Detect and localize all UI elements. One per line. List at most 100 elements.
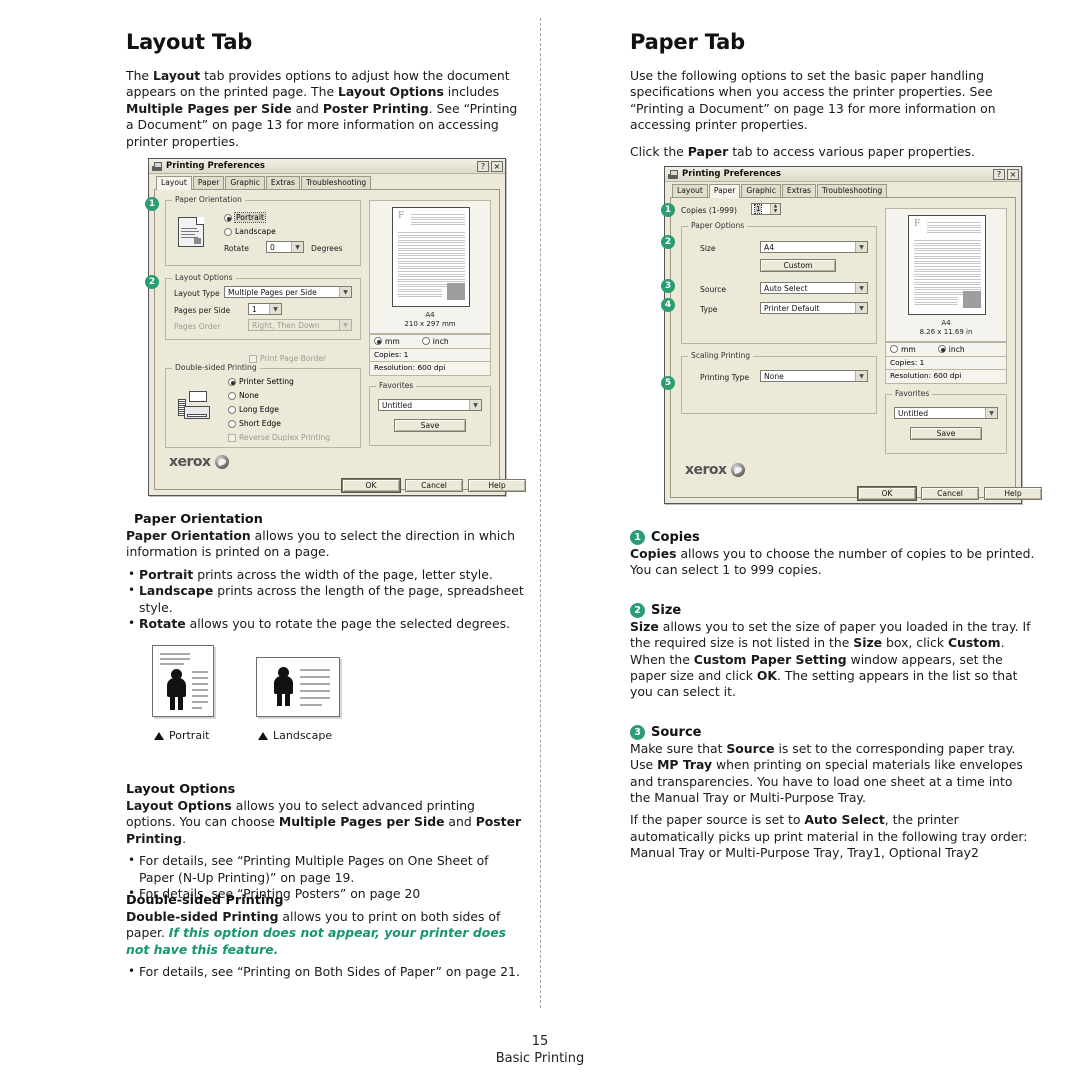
- favorites-combo[interactable]: Untitled ▼: [894, 407, 998, 419]
- callout-badge-4: 4: [661, 298, 675, 312]
- help-button[interactable]: Help: [468, 479, 526, 492]
- xerox-sphere-icon: [730, 463, 745, 477]
- printing-type-combo[interactable]: None ▼: [760, 370, 868, 382]
- radio-inch[interactable]: inch: [937, 344, 965, 354]
- radio-long-edge[interactable]: Long Edge: [228, 405, 279, 414]
- tab-layout[interactable]: Layout: [156, 176, 192, 190]
- tab-paper[interactable]: Paper: [708, 184, 741, 198]
- size-combo[interactable]: A4 ▼: [760, 241, 868, 253]
- print-page-border-checkbox: Print Page Border: [249, 354, 326, 363]
- chevron-down-icon: ▼: [855, 283, 867, 293]
- right-column-body: 1 Copies Copies allows you to choose the…: [630, 530, 1036, 872]
- resolution-info: Resolution: 600 dpi: [886, 369, 1006, 381]
- close-icon[interactable]: ×: [491, 160, 503, 172]
- tab-layout[interactable]: Layout: [672, 184, 708, 197]
- rotate-combo[interactable]: 0 ▼: [266, 241, 304, 253]
- help-titlebar-button[interactable]: ?: [477, 160, 489, 172]
- paper-orientation-paragraph: Paper Orientation allows you to select t…: [126, 528, 515, 560]
- favorites-value: Untitled: [382, 400, 413, 410]
- type-combo[interactable]: Printer Default ▼: [760, 302, 868, 314]
- radio-landscape-label: Landscape: [235, 227, 276, 236]
- save-favorite-button[interactable]: Save: [394, 419, 466, 432]
- help-button[interactable]: Help: [984, 487, 1042, 500]
- radio-portrait[interactable]: Portrait: [224, 212, 266, 223]
- radio-mm-label: mm: [385, 336, 400, 346]
- unit-selector-row: mm inch: [886, 343, 1006, 355]
- radio-long-edge-label: Long Edge: [239, 405, 279, 414]
- rotate-value: 0: [270, 242, 275, 252]
- scaling-printing-group: Scaling Printing Printing Type None ▼: [681, 351, 877, 414]
- paper-orientation-heading: Paper Orientation: [134, 512, 263, 527]
- spinner-buttons[interactable]: ▲ ▼: [770, 204, 780, 214]
- tab-paper[interactable]: Paper: [192, 176, 225, 189]
- tab-graphic[interactable]: Graphic: [741, 184, 781, 197]
- print-info-pane: mm inch Copies: 1 Resolution: 600 dpi: [885, 342, 1007, 384]
- save-favorite-button[interactable]: Save: [910, 427, 982, 440]
- chevron-down-icon: ▼: [469, 400, 481, 410]
- tab-extras[interactable]: Extras: [781, 184, 816, 197]
- printer-illustration-icon: [178, 391, 212, 419]
- copies-spinner[interactable]: 1 ▲ ▼: [751, 203, 781, 215]
- copies-value: 1: [753, 204, 763, 214]
- source-section-heading: 3 Source: [630, 724, 1036, 740]
- printing-preferences-layout-dialog[interactable]: Printing Preferences ? × Layout Paper Gr…: [145, 158, 526, 496]
- radio-inch[interactable]: inch: [421, 337, 449, 346]
- size-heading-label: Size: [651, 602, 682, 618]
- preview-page-letter: F: [914, 219, 921, 229]
- layout-options-paragraph: Layout Options allows you to select adva…: [126, 798, 522, 846]
- radio-mm[interactable]: mm: [374, 337, 400, 346]
- cancel-button[interactable]: Cancel: [405, 479, 463, 492]
- radio-short-edge[interactable]: Short Edge: [228, 419, 281, 428]
- xerox-wordmark: xerox: [169, 454, 211, 470]
- tab-troubleshooting[interactable]: Troubleshooting: [816, 184, 888, 197]
- xerox-logo: xerox: [169, 454, 229, 470]
- portrait-caption: Portrait: [154, 729, 209, 742]
- chevron-down-icon: ▼: [985, 408, 997, 418]
- printing-preferences-paper-dialog[interactable]: Printing Preferences ? × Layout Paper Gr…: [661, 166, 1042, 504]
- list-item: For details, see “Printing Multiple Page…: [126, 852, 526, 886]
- radio-mm[interactable]: mm: [890, 345, 916, 354]
- list-item: For details, see “Printing on Both Sides…: [126, 963, 526, 980]
- list-item: Portrait prints across the width of the …: [126, 566, 526, 583]
- section-badge-3: 3: [630, 724, 645, 740]
- type-value: Printer Default: [764, 303, 820, 313]
- close-icon[interactable]: ×: [1007, 168, 1019, 180]
- layout-tab-panel: 1 2 Paper Orientation Portrait Landscape…: [145, 190, 500, 490]
- chevron-down-icon: ▼: [339, 287, 351, 297]
- ok-button[interactable]: OK: [342, 479, 400, 492]
- copies-heading-label: Copies: [651, 530, 700, 545]
- custom-size-button[interactable]: Custom: [760, 259, 836, 272]
- radio-none[interactable]: None: [228, 391, 259, 400]
- tab-extras[interactable]: Extras: [265, 176, 300, 189]
- favorites-combo[interactable]: Untitled ▼: [378, 399, 482, 411]
- radio-landscape[interactable]: Landscape: [224, 227, 276, 236]
- print-info-pane: mm inch Copies: 1 Resolution: 600 dpi: [369, 334, 491, 376]
- radio-printer-setting-label: Printer Setting: [239, 377, 294, 386]
- xerox-wordmark: xerox: [685, 462, 727, 478]
- radio-printer-setting[interactable]: Printer Setting: [228, 377, 294, 386]
- cancel-button[interactable]: Cancel: [921, 487, 979, 500]
- source-combo[interactable]: Auto Select ▼: [760, 282, 868, 294]
- triangle-marker-icon: [154, 731, 164, 740]
- paper-orientation-legend: Paper Orientation: [172, 195, 245, 204]
- tab-troubleshooting[interactable]: Troubleshooting: [300, 176, 372, 189]
- help-titlebar-button[interactable]: ?: [993, 168, 1005, 180]
- copies-label: Copies (1-999): [681, 206, 737, 215]
- layout-type-combo[interactable]: Multiple Pages per Side ▼: [224, 286, 352, 298]
- preview-image-block: [447, 283, 465, 300]
- chevron-down-icon: ▼: [855, 371, 867, 381]
- right-page-title: Paper Tab: [630, 30, 745, 54]
- xerox-sphere-icon: [214, 455, 229, 469]
- radio-inch-label: inch: [948, 344, 965, 354]
- callout-badge-5: 5: [661, 376, 675, 390]
- right-column: Paper Tab Use the following options to s…: [630, 30, 1030, 170]
- size-value: A4: [764, 242, 775, 252]
- favorites-group: Favorites Untitled ▼ Save: [885, 389, 1007, 454]
- double-sided-paragraph: Double-sided Printing allows you to prin…: [126, 909, 506, 957]
- ok-button[interactable]: OK: [858, 487, 916, 500]
- pages-per-side-combo[interactable]: 1 ▼: [248, 303, 282, 315]
- radio-portrait-label: Portrait: [234, 212, 266, 223]
- double-sided-bullets: For details, see “Printing on Both Sides…: [126, 963, 526, 980]
- reverse-duplex-checkbox: Reverse Duplex Printing: [228, 433, 330, 442]
- tab-graphic[interactable]: Graphic: [225, 176, 265, 189]
